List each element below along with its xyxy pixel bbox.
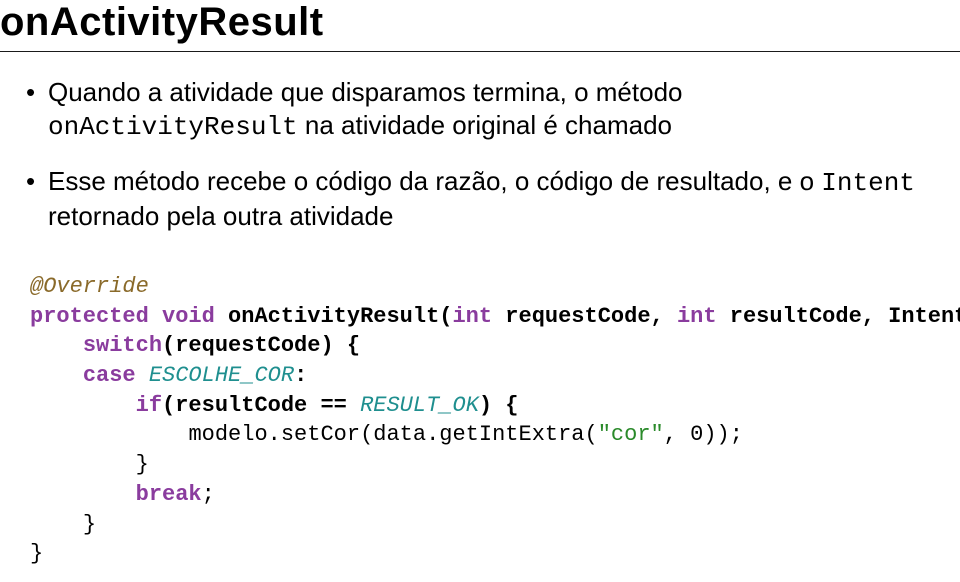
code-keyword: int [452,304,492,329]
inline-code: onActivityResult [48,112,298,142]
bullet-text: retornado pela outra atividade [48,201,393,231]
code-text: resultCode, Intent data) { [717,304,960,329]
code-keyword: switch [83,333,162,358]
bullet-list: Quando a atividade que disparamos termin… [18,76,942,232]
code-keyword: break [136,482,202,507]
title-divider [0,51,960,52]
code-text: : [294,363,307,388]
code-block: @Override protected void onActivityResul… [30,272,942,569]
code-keyword: case [83,363,136,388]
code-brace: } [30,541,43,566]
code-text: ) { [479,393,519,418]
code-text: (resultCode == [162,393,360,418]
code-keyword: if [136,393,162,418]
code-text: modelo.setCor(data.getIntExtra( [188,422,597,447]
code-text: , 0)); [664,422,743,447]
list-item: Esse método recebe o código da razão, o … [22,165,934,232]
code-keyword: protected [30,304,149,329]
code-constant: ESCOLHE_COR [136,363,294,388]
code-brace: } [136,452,149,477]
code-text: requestCode, [492,304,677,329]
bullet-text: na atividade original é chamado [298,110,672,140]
code-text: ; [202,482,215,507]
code-brace: } [83,512,96,537]
code-string: "cor" [598,422,664,447]
page-title: onActivityResult [0,0,942,45]
code-text: onActivityResult( [228,304,452,329]
code-text: (requestCode) { [162,333,360,358]
code-keyword: void [162,304,215,329]
list-item: Quando a atividade que disparamos termin… [22,76,934,143]
inline-code: Intent [821,168,915,198]
bullet-text: Quando a atividade que disparamos termin… [48,77,683,107]
code-keyword: int [677,304,717,329]
bullet-text: Esse método recebe o código da razão, o … [48,166,821,196]
code-constant: RESULT_OK [360,393,479,418]
code-annotation: @Override [30,274,149,299]
